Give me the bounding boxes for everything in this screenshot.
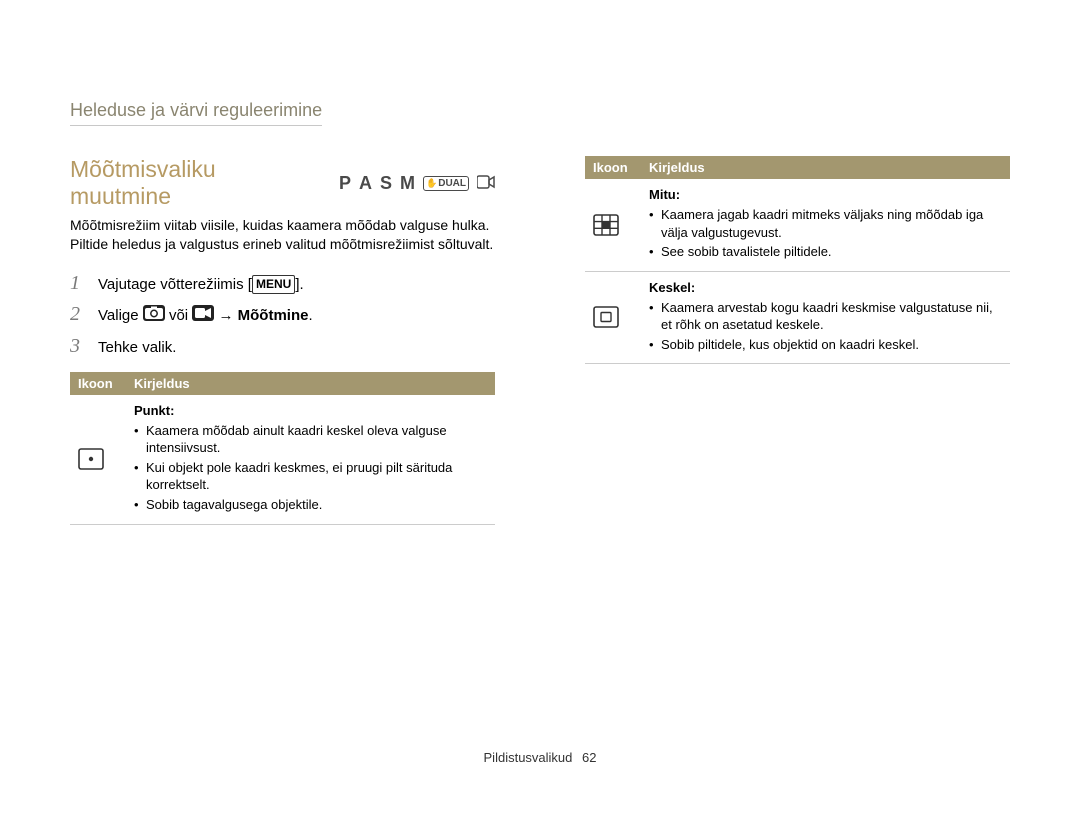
breadcrumb: Heleduse ja värvi reguleerimine (70, 100, 322, 126)
movie-mode-icon (477, 175, 495, 192)
desc-bullet: Kaamera mõõdab ainult kaadri keskel olev… (134, 422, 487, 457)
step-3: 3 Tehke valik. (70, 335, 495, 358)
left-icon-table: Ikoon Kirjeldus Punkt: (70, 372, 495, 525)
mode-s: S (380, 173, 392, 194)
table-header-icon: Ikoon (585, 156, 641, 179)
step-number: 1 (70, 272, 84, 295)
metering-spot-icon (78, 448, 118, 470)
desc-title: Mitu: (649, 187, 1002, 202)
table-row: Keskel: Kaamera arvestab kogu kaadri kes… (585, 271, 1010, 364)
desc-block: Keskel: Kaamera arvestab kogu kaadri kes… (649, 280, 1002, 354)
section-title: Mõõtmisvaliku muutmine (70, 156, 323, 210)
desc-title: Punkt: (134, 403, 487, 418)
step-text: Vajutage võtterežiimis [MENU]. (98, 274, 304, 295)
menu-button-label: MENU (252, 275, 295, 294)
step-number: 2 (70, 303, 84, 326)
right-icon-table: Ikoon Kirjeldus (585, 156, 1010, 364)
left-column: Mõõtmisvaliku muutmine P A S M ✋ DUAL Mõ… (70, 156, 495, 525)
table-header-desc: Kirjeldus (126, 372, 495, 395)
table-header-desc: Kirjeldus (641, 156, 1010, 179)
desc-block: Punkt: Kaamera mõõdab ainult kaadri kesk… (134, 403, 487, 514)
desc-bullet: Kaamera jagab kaadri mitmeks väljaks nin… (649, 206, 1002, 241)
desc-bullet: Kaamera arvestab kogu kaadri keskmise va… (649, 299, 1002, 334)
metering-multi-icon (593, 214, 633, 236)
mode-a: A (359, 173, 372, 194)
step-text: Valige või → Mõõtmine. (98, 305, 313, 327)
metering-center-icon (593, 306, 633, 328)
desc-block: Mitu: Kaamera jagab kaadri mitmeks välja… (649, 187, 1002, 261)
video-icon (192, 305, 214, 327)
desc-bullet: See sobib tavalistele piltidele. (649, 243, 1002, 261)
mode-m: M (400, 173, 415, 194)
desc-bullet: Kui objekt pole kaadri keskmes, ei pruug… (134, 459, 487, 494)
desc-title: Keskel: (649, 280, 1002, 295)
table-header-icon: Ikoon (70, 372, 126, 395)
step-2: 2 Valige või → Mõõtmine. (70, 303, 495, 327)
hand-icon: ✋ (426, 178, 437, 189)
table-row: Mitu: Kaamera jagab kaadri mitmeks välja… (585, 179, 1010, 271)
step-text: Tehke valik. (98, 337, 176, 358)
desc-bullet: Sobib tagavalgusega objektile. (134, 496, 487, 514)
step-number: 3 (70, 335, 84, 358)
mode-p: P (339, 173, 351, 194)
table-row: Punkt: Kaamera mõõdab ainult kaadri kesk… (70, 395, 495, 524)
page-footer: Pildistusvalikud 62 (0, 750, 1080, 765)
step-1: 1 Vajutage võtterežiimis [MENU]. (70, 272, 495, 295)
steps-list: 1 Vajutage võtterežiimis [MENU]. 2 Valig… (70, 272, 495, 358)
intro-paragraph: Mõõtmisrežiim viitab viisile, kuidas kaa… (70, 216, 495, 254)
mode-indicators: P A S M ✋ DUAL (339, 173, 495, 194)
right-column: Ikoon Kirjeldus (585, 156, 1010, 525)
footer-section: Pildistusvalikud (484, 750, 573, 765)
page-number: 62 (582, 750, 596, 765)
mode-dual-icon: ✋ DUAL (423, 176, 469, 191)
camera-icon (143, 305, 165, 327)
desc-bullet: Sobib piltidele, kus objektid on kaadri … (649, 336, 1002, 354)
